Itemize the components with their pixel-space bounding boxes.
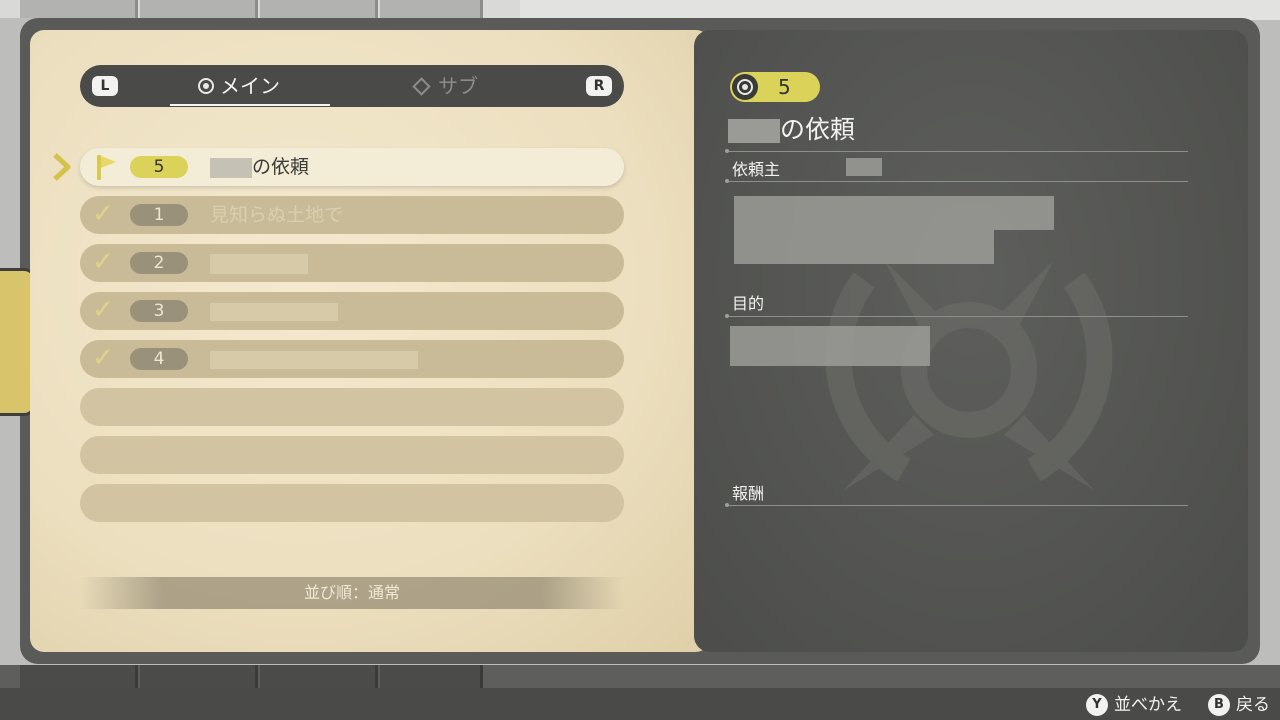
b-button-icon: B xyxy=(1208,694,1230,716)
back-hint[interactable]: B 戻る xyxy=(1208,692,1270,718)
detail-title: の依頼 xyxy=(728,110,855,146)
selection-cursor-icon xyxy=(53,153,71,181)
tab-sub[interactable]: サブ xyxy=(412,65,478,107)
top-rail-segment xyxy=(20,0,138,18)
y-button-icon: Y xyxy=(1086,694,1108,716)
censored-description xyxy=(734,230,994,264)
censored-objective xyxy=(730,326,930,366)
request-number: 5 xyxy=(130,156,188,178)
back-hint-label: 戻る xyxy=(1236,695,1270,715)
top-rail-segment xyxy=(380,0,483,18)
censored-name xyxy=(210,157,252,178)
sort-order-label: 並び順：通常 xyxy=(80,577,624,609)
tab-main[interactable]: メイン xyxy=(198,65,280,107)
ring-icon xyxy=(732,74,758,100)
censored-description xyxy=(734,196,1054,230)
censored-title xyxy=(210,302,338,321)
check-icon: ✓ xyxy=(92,247,114,277)
request-row-active[interactable]: 5 の依頼 xyxy=(80,148,624,186)
flag-icon xyxy=(97,155,116,180)
top-rail-highlight xyxy=(520,0,1280,20)
objective-label: 目的 xyxy=(732,294,765,313)
request-row[interactable]: ✓ 3 xyxy=(80,292,624,330)
request-number: 2 xyxy=(130,252,188,274)
top-rail-segment xyxy=(140,0,258,18)
censored-title xyxy=(210,253,308,274)
sort-hint-label: 並べかえ xyxy=(1114,695,1182,715)
reward-label: 報酬 xyxy=(732,484,765,503)
censored-name xyxy=(728,119,780,143)
empty-request-slot xyxy=(80,436,624,474)
request-title xyxy=(210,244,308,282)
l-shoulder-button[interactable]: L xyxy=(92,76,118,96)
request-detail-panel: 5 の依頼 依頼主 目的 報酬 xyxy=(694,30,1248,652)
request-number: 1 xyxy=(130,204,188,226)
r-shoulder-button[interactable]: R xyxy=(586,76,612,96)
request-row[interactable]: ✓ 4 xyxy=(80,340,624,378)
request-row[interactable]: ✓ 2 xyxy=(80,244,624,282)
divider xyxy=(725,503,1188,507)
divider xyxy=(725,149,1188,153)
request-title: 見知らぬ土地で xyxy=(210,204,344,226)
empty-request-slot xyxy=(80,388,624,426)
request-number: 3 xyxy=(130,300,188,322)
request-title: の依頼 xyxy=(210,148,309,186)
detail-number-badge: 5 xyxy=(730,72,820,102)
tab-sub-label: サブ xyxy=(438,74,478,98)
request-title xyxy=(210,292,338,330)
ring-icon xyxy=(198,78,214,94)
emblem-watermark-icon xyxy=(825,260,1113,490)
divider xyxy=(725,179,1188,183)
check-icon: ✓ xyxy=(92,199,114,229)
request-title xyxy=(210,340,418,378)
client-label: 依頼主 xyxy=(732,160,781,179)
check-icon: ✓ xyxy=(92,295,114,325)
tab-main-label: メイン xyxy=(220,74,280,98)
sort-hint[interactable]: Y 並べかえ xyxy=(1086,692,1182,718)
diamond-icon xyxy=(412,76,431,96)
selected-tab-underline xyxy=(170,104,330,106)
empty-request-slot xyxy=(80,484,624,522)
censored-title xyxy=(210,350,418,369)
request-number: 4 xyxy=(130,348,188,370)
category-tab-bar: L メイン サブ R xyxy=(80,65,624,107)
top-rail-segment xyxy=(260,0,378,18)
divider xyxy=(725,314,1188,318)
check-icon: ✓ xyxy=(92,343,114,373)
censored-client xyxy=(846,158,882,176)
request-row[interactable]: ✓ 1 見知らぬ土地で xyxy=(80,196,624,234)
